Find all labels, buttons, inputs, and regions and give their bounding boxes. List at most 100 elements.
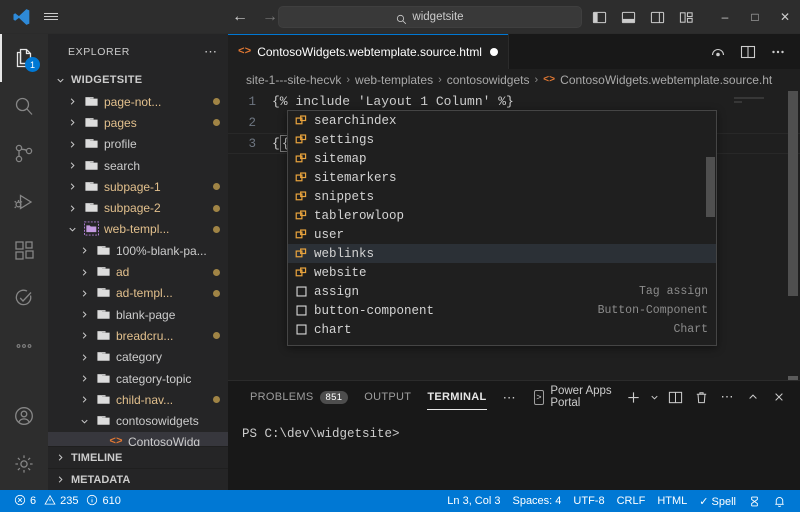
breadcrumb-item[interactable]: contosowidgets bbox=[447, 73, 530, 87]
status-errors-warnings[interactable]: 6 235 610 bbox=[8, 490, 127, 512]
search-input-value: widgetsite bbox=[412, 11, 464, 23]
suggestion-item-user[interactable]: user bbox=[288, 225, 716, 244]
activity-bar-item-source-control[interactable] bbox=[0, 130, 48, 178]
warning-icon bbox=[44, 494, 56, 509]
tab-terminal[interactable]: TERMINAL bbox=[419, 381, 494, 413]
status-notifications[interactable] bbox=[767, 490, 792, 512]
plus-icon[interactable] bbox=[620, 384, 646, 410]
field-icon bbox=[294, 190, 308, 204]
editor-minimap[interactable] bbox=[728, 91, 786, 380]
activity-bar-item-testing[interactable] bbox=[0, 274, 48, 322]
tree-folder-category[interactable]: category bbox=[48, 347, 228, 368]
tab-contosowidgets-html[interactable]: <> ContosoWidgets.webtemplate.source.htm… bbox=[228, 34, 509, 69]
split-editor-icon[interactable] bbox=[740, 44, 756, 60]
activity-bar-item-more-views[interactable] bbox=[0, 322, 48, 370]
status-eol[interactable]: CRLF bbox=[611, 490, 652, 512]
suggestion-item-button-component[interactable]: button-component Button-Component bbox=[288, 301, 716, 320]
breadcrumb-item[interactable]: ContosoWidgets.webtemplate.source.ht bbox=[560, 73, 772, 87]
activity-bar-item-accounts[interactable] bbox=[0, 392, 48, 440]
minimize-button[interactable]: – bbox=[710, 0, 740, 34]
suggestion-item-assign[interactable]: assign Tag assign bbox=[288, 282, 716, 301]
suggestion-item-chart[interactable]: chart Chart bbox=[288, 320, 716, 339]
suggestion-item-snippets[interactable]: snippets bbox=[288, 187, 716, 206]
folder-icon bbox=[84, 94, 100, 110]
ellipsis-icon[interactable]: ⋯ bbox=[204, 45, 218, 58]
tab-output[interactable]: OUTPUT bbox=[356, 381, 419, 413]
suggestion-dropdown[interactable]: searchindex settings sitemap sitemarkers sni… bbox=[287, 110, 717, 346]
tree-folder-subpage-1[interactable]: subpage-1 bbox=[48, 176, 228, 197]
tree-folder-ad-templ-[interactable]: ad-templ... bbox=[48, 283, 228, 304]
status-language-mode[interactable]: HTML bbox=[651, 490, 693, 512]
tree-folder-subpage-2[interactable]: subpage-2 bbox=[48, 197, 228, 218]
tree-folder-profile[interactable]: profile bbox=[48, 134, 228, 155]
activity-bar-item-extensions[interactable] bbox=[0, 226, 48, 274]
tree-folder-breadcru-[interactable]: breadcru... bbox=[48, 325, 228, 346]
tree-folder-contosowidgets[interactable]: contosowidgets bbox=[48, 410, 228, 431]
status-indentation[interactable]: Spaces: 4 bbox=[506, 490, 567, 512]
suggestion-item-weblinks[interactable]: weblinks bbox=[288, 244, 716, 263]
tree-folder-child-nav-[interactable]: child-nav... bbox=[48, 389, 228, 410]
suggestion-item-searchindex[interactable]: searchindex bbox=[288, 111, 716, 130]
layout-controls bbox=[592, 10, 710, 25]
terminal-output[interactable]: PS C:\dev\widgetsite> bbox=[228, 413, 800, 490]
suggestion-label: sitemap bbox=[314, 151, 367, 166]
split-icon[interactable] bbox=[662, 384, 688, 410]
search-icon bbox=[15, 97, 33, 115]
search-input[interactable]: widgetsite bbox=[278, 6, 582, 28]
activity-bar-item-run-and-debug[interactable] bbox=[0, 178, 48, 226]
activity-bar-item-search[interactable] bbox=[0, 82, 48, 130]
modified-indicator bbox=[213, 204, 220, 212]
more-actions-icon[interactable] bbox=[770, 44, 786, 60]
forward-arrow-icon[interactable]: → bbox=[262, 8, 278, 25]
status-bar: 6 235 610 Ln 3, Col 3 Spaces: 4 UTF-8 CR… bbox=[0, 490, 800, 512]
ellipsis-icon[interactable]: ⋯ bbox=[714, 384, 740, 410]
suggestion-item-sitemap[interactable]: sitemap bbox=[288, 149, 716, 168]
toggle-panel-icon[interactable] bbox=[621, 10, 636, 25]
status-remote-indicator[interactable] bbox=[742, 490, 767, 512]
tab-problems[interactable]: PROBLEMS 851 bbox=[242, 381, 356, 413]
sidebar-section-widgetsite[interactable]: WIDGETSITE bbox=[48, 69, 228, 91]
breadcrumb: site-1---site-hecvk › web-templates › contos… bbox=[228, 69, 800, 91]
sidebar-section-metadata[interactable]: METADATA bbox=[48, 468, 228, 490]
sidebar-section-timeline[interactable]: TIMELINE bbox=[48, 446, 228, 468]
back-arrow-icon[interactable]: ← bbox=[232, 8, 248, 25]
customize-layout-icon[interactable] bbox=[679, 10, 694, 25]
tree-folder-pages[interactable]: pages bbox=[48, 112, 228, 133]
suggestion-item-sitemarkers[interactable]: sitemarkers bbox=[288, 168, 716, 187]
suggestion-label: website bbox=[314, 265, 367, 280]
status-cursor-position[interactable]: Ln 3, Col 3 bbox=[441, 490, 506, 512]
activity-bar-item-manage[interactable] bbox=[0, 440, 48, 488]
status-spell-checker[interactable]: ✓ Spell bbox=[693, 490, 742, 512]
tree-folder-category-topic[interactable]: category-topic bbox=[48, 368, 228, 389]
maximize-button[interactable]: □ bbox=[740, 0, 770, 34]
suggestion-item-settings[interactable]: settings bbox=[288, 130, 716, 149]
close-icon[interactable] bbox=[766, 384, 792, 410]
hamburger-menu-icon[interactable] bbox=[36, 4, 66, 30]
activity-bar-item-explorer[interactable]: 1 bbox=[0, 34, 48, 82]
tree-folder-page-not-[interactable]: page-not... bbox=[48, 91, 228, 112]
editor-actions-icon[interactable] bbox=[710, 44, 726, 60]
tree-folder-web-templ-[interactable]: web-templ... bbox=[48, 219, 228, 240]
tree-folder-100-blank-pa-[interactable]: 100%-blank-pa... bbox=[48, 240, 228, 261]
code-editor[interactable]: 1 {% include 'Layout 1 Column' %} 2 3 {{… bbox=[228, 91, 800, 380]
field-icon bbox=[294, 171, 308, 185]
breadcrumb-item[interactable]: web-templates bbox=[355, 73, 433, 87]
editor-scrollbar[interactable] bbox=[786, 91, 800, 380]
trash-icon[interactable] bbox=[688, 384, 714, 410]
suggestion-scrollbar[interactable] bbox=[706, 157, 715, 217]
tree-folder-ad[interactable]: ad bbox=[48, 261, 228, 282]
tree-folder-blank-page[interactable]: blank-page bbox=[48, 304, 228, 325]
chevron-down-icon[interactable] bbox=[646, 384, 662, 410]
chevron-up-icon[interactable] bbox=[740, 384, 766, 410]
toggle-secondary-sidebar-icon[interactable] bbox=[650, 10, 665, 25]
breadcrumb-item[interactable]: site-1---site-hecvk bbox=[246, 73, 341, 87]
suggestion-item-tablerowloop[interactable]: tablerowloop bbox=[288, 206, 716, 225]
unsaved-indicator[interactable] bbox=[489, 47, 498, 56]
toggle-primary-sidebar-icon[interactable] bbox=[592, 10, 607, 25]
close-button[interactable]: ✕ bbox=[770, 0, 800, 34]
ellipsis-icon[interactable]: ⋯ bbox=[495, 391, 524, 404]
terminal-instance[interactable]: > Power Apps Portal bbox=[533, 385, 620, 409]
suggestion-item-website[interactable]: website bbox=[288, 263, 716, 282]
tree-folder-search[interactable]: search bbox=[48, 155, 228, 176]
status-encoding[interactable]: UTF-8 bbox=[567, 490, 610, 512]
